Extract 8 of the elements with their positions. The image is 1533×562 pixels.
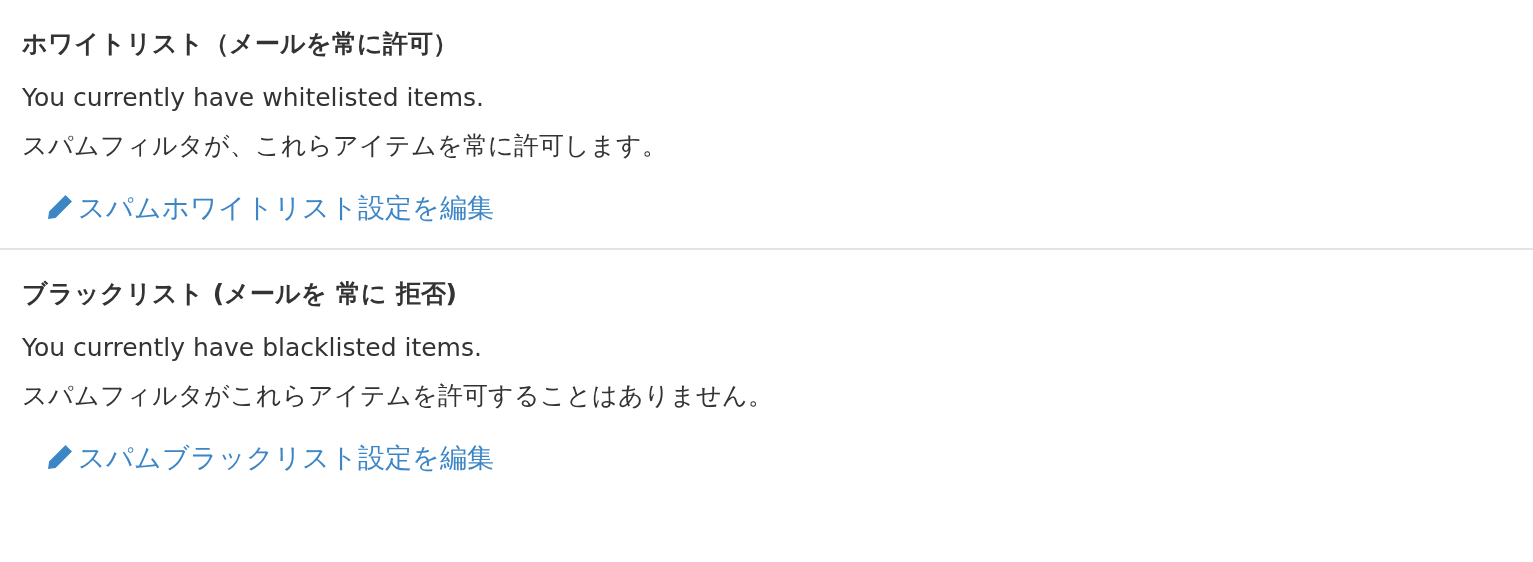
section-heading: ブラックリスト (メールを 常に 拒否) [22, 278, 458, 310]
status-text: You currently have whitelisted items. [22, 82, 485, 114]
description-text: スパムフィルタが、これらアイテムを常に許可します。 [22, 130, 668, 162]
section-heading: ホワイトリスト（メールを常に許可） [22, 28, 459, 60]
edit-link[interactable]: スパムブラックリスト設定を編集 [78, 438, 494, 478]
edit-link[interactable]: スパムホワイトリスト設定を編集 [78, 188, 494, 228]
description-text: スパムフィルタがこれらアイテムを許可することはありません。 [22, 380, 774, 412]
status-text: You currently have blacklisted items. [22, 332, 483, 364]
